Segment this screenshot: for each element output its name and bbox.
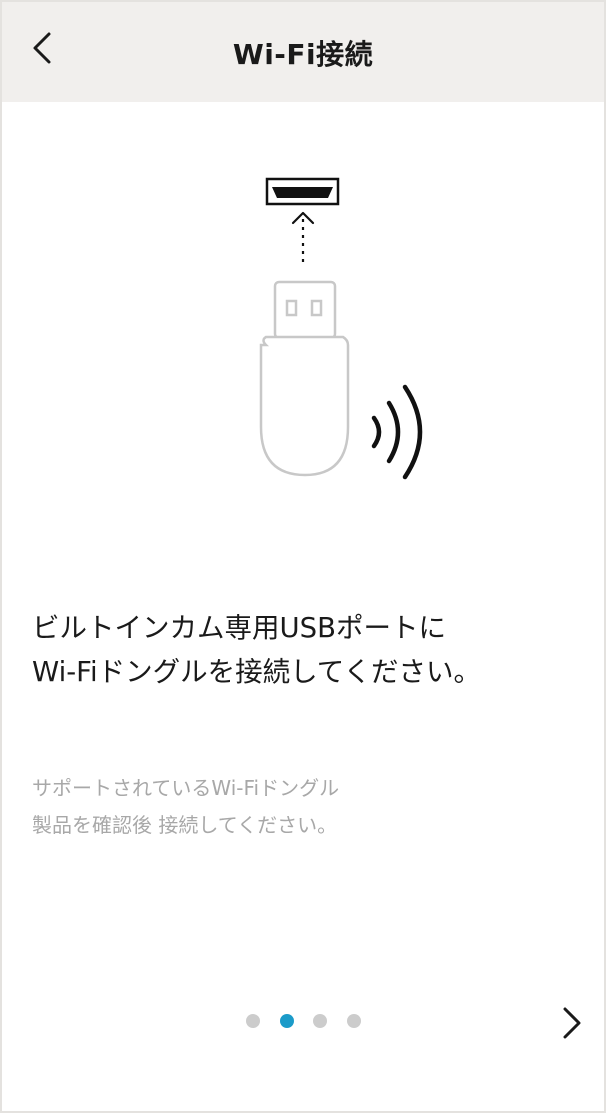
screen: Wi-Fi接続 ビルトインカム専用USBポートに Wi-Fiドングルを接続してく… (0, 0, 606, 1113)
usb-dongle-icon (259, 280, 350, 477)
page-indicator (246, 1014, 361, 1028)
page-dot-1 (246, 1014, 260, 1028)
back-button[interactable] (20, 24, 64, 76)
wifi-dongle-illustration (242, 167, 442, 491)
wireless-signal-icon (371, 384, 423, 480)
chevron-left-icon (33, 32, 51, 64)
next-button[interactable] (550, 998, 594, 1048)
insert-arrow-icon (291, 211, 315, 267)
page-dot-4 (346, 1014, 361, 1028)
note-line-2: 製品を確認後 接続してください。 (32, 813, 338, 837)
supported-dongle-note: サポートされているWi-Fiドングル 製品を確認後 接続してください。 (32, 770, 592, 844)
instruction-text: ビルトインカム専用USBポートに Wi-Fiドングルを接続してください。 (32, 606, 592, 694)
page-title: Wi-Fi接続 (232, 38, 374, 71)
chevron-right-icon (563, 1007, 581, 1039)
instruction-line-1: ビルトインカム専用USBポートに (32, 612, 446, 644)
page-dot-3 (313, 1014, 327, 1028)
page-dot-2-active (279, 1014, 294, 1028)
usb-port-icon (265, 177, 340, 206)
header-bar: Wi-Fi接続 (2, 2, 604, 102)
instruction-line-2: Wi-Fiドングルを接続してください。 (32, 656, 481, 688)
note-line-1: サポートされているWi-Fiドングル (32, 776, 340, 800)
